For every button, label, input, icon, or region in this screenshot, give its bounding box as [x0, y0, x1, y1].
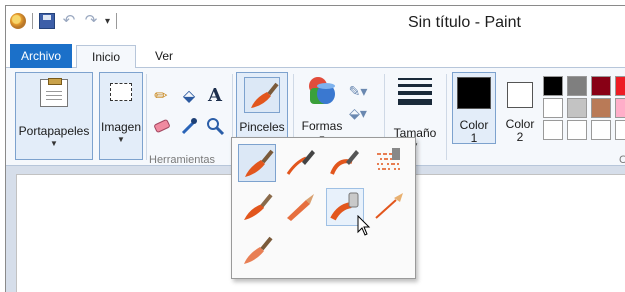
colors-group-label-partial: C — [619, 154, 625, 166]
toolbar-divider — [32, 13, 33, 29]
clipboard-label: Portapapeles — [18, 124, 90, 138]
palette-swatch[interactable] — [543, 76, 563, 96]
palette-swatch[interactable] — [591, 120, 611, 140]
window-title: Sin título - Paint — [408, 14, 521, 31]
shapes-icon — [306, 76, 338, 106]
fill-icon[interactable]: ⬙ — [178, 86, 200, 108]
color-picker-icon[interactable] — [178, 116, 200, 138]
color1-swatch — [457, 77, 491, 109]
ribbon-tabs: Archivo Inicio Ver — [6, 40, 625, 69]
calligraphy-brush-1-icon[interactable] — [282, 144, 320, 182]
group-divider — [446, 74, 447, 160]
color2-swatch — [507, 82, 533, 108]
redo-icon[interactable]: ↷ — [83, 13, 99, 29]
color1-number: 1 — [470, 131, 478, 145]
magnifier-icon[interactable] — [204, 116, 226, 138]
shapes-label: Formas — [301, 119, 343, 133]
save-icon[interactable] — [39, 13, 55, 29]
brushes-button[interactable]: Pinceles ▼ — [236, 72, 288, 144]
color-palette — [543, 76, 625, 140]
brush-icon — [244, 77, 280, 113]
color1-label: Color — [459, 118, 489, 132]
paint-app-icon[interactable] — [10, 13, 26, 29]
chevron-down-icon: ▼ — [117, 135, 125, 144]
palette-swatch[interactable] — [543, 120, 563, 140]
image-button[interactable]: Imagen ▼ — [99, 72, 143, 160]
color2-label: Color — [505, 117, 535, 131]
customize-dropdown-icon[interactable]: ▾ — [105, 16, 110, 27]
line-width-icon — [397, 78, 433, 109]
fill-style-icon[interactable]: ⬙▾ — [347, 102, 369, 124]
watercolor-brush-icon[interactable] — [238, 232, 276, 270]
tab-archivo[interactable]: Archivo — [10, 44, 72, 68]
tab-inicio[interactable]: Inicio — [76, 45, 136, 69]
toolbar-divider — [116, 13, 118, 29]
select-icon — [110, 83, 132, 101]
brushes-label: Pinceles — [239, 120, 285, 134]
palette-swatch[interactable] — [591, 76, 611, 96]
color2-button[interactable]: Color 2 — [500, 72, 540, 144]
clipboard-button[interactable]: Portapapeles ▼ — [15, 72, 93, 160]
text-icon[interactable]: A — [204, 85, 226, 107]
clipboard-icon — [40, 78, 68, 107]
palette-swatch[interactable] — [615, 120, 625, 140]
palette-swatch[interactable] — [543, 98, 563, 118]
palette-swatch[interactable] — [591, 98, 611, 118]
brushes-dropdown — [231, 137, 416, 279]
color2-number: 2 — [516, 130, 524, 144]
undo-icon[interactable]: ↶ — [61, 13, 77, 29]
title-bar: ↶ ↷ ▾ Sin título - Paint — [6, 6, 625, 40]
oil-brush-icon[interactable] — [238, 188, 276, 226]
quick-access-toolbar: ↶ ↷ ▾ — [10, 13, 118, 29]
pencil-icon[interactable]: ✏ — [150, 86, 172, 108]
outline-icon[interactable]: ✎▾ — [347, 80, 369, 102]
group-divider — [146, 74, 147, 160]
crayon-icon[interactable] — [282, 188, 320, 226]
color1-button[interactable]: Color 1 — [452, 72, 496, 145]
chevron-down-icon: ▼ — [50, 139, 58, 148]
palette-swatch[interactable] — [567, 120, 587, 140]
palette-swatch[interactable] — [615, 98, 625, 118]
palette-swatch[interactable] — [615, 76, 625, 96]
tools-group-label: Herramientas — [149, 154, 216, 166]
airbrush-icon[interactable] — [370, 144, 408, 182]
mouse-cursor-icon — [357, 215, 371, 236]
palette-swatch[interactable] — [567, 98, 587, 118]
palette-swatch[interactable] — [567, 76, 587, 96]
image-label: Imagen — [100, 120, 142, 134]
tab-ver[interactable]: Ver — [146, 45, 182, 69]
brush-icon[interactable] — [238, 144, 276, 182]
natural-pencil-icon[interactable] — [370, 188, 408, 226]
eraser-icon[interactable] — [151, 116, 173, 138]
calligraphy-brush-2-icon[interactable] — [326, 144, 364, 182]
